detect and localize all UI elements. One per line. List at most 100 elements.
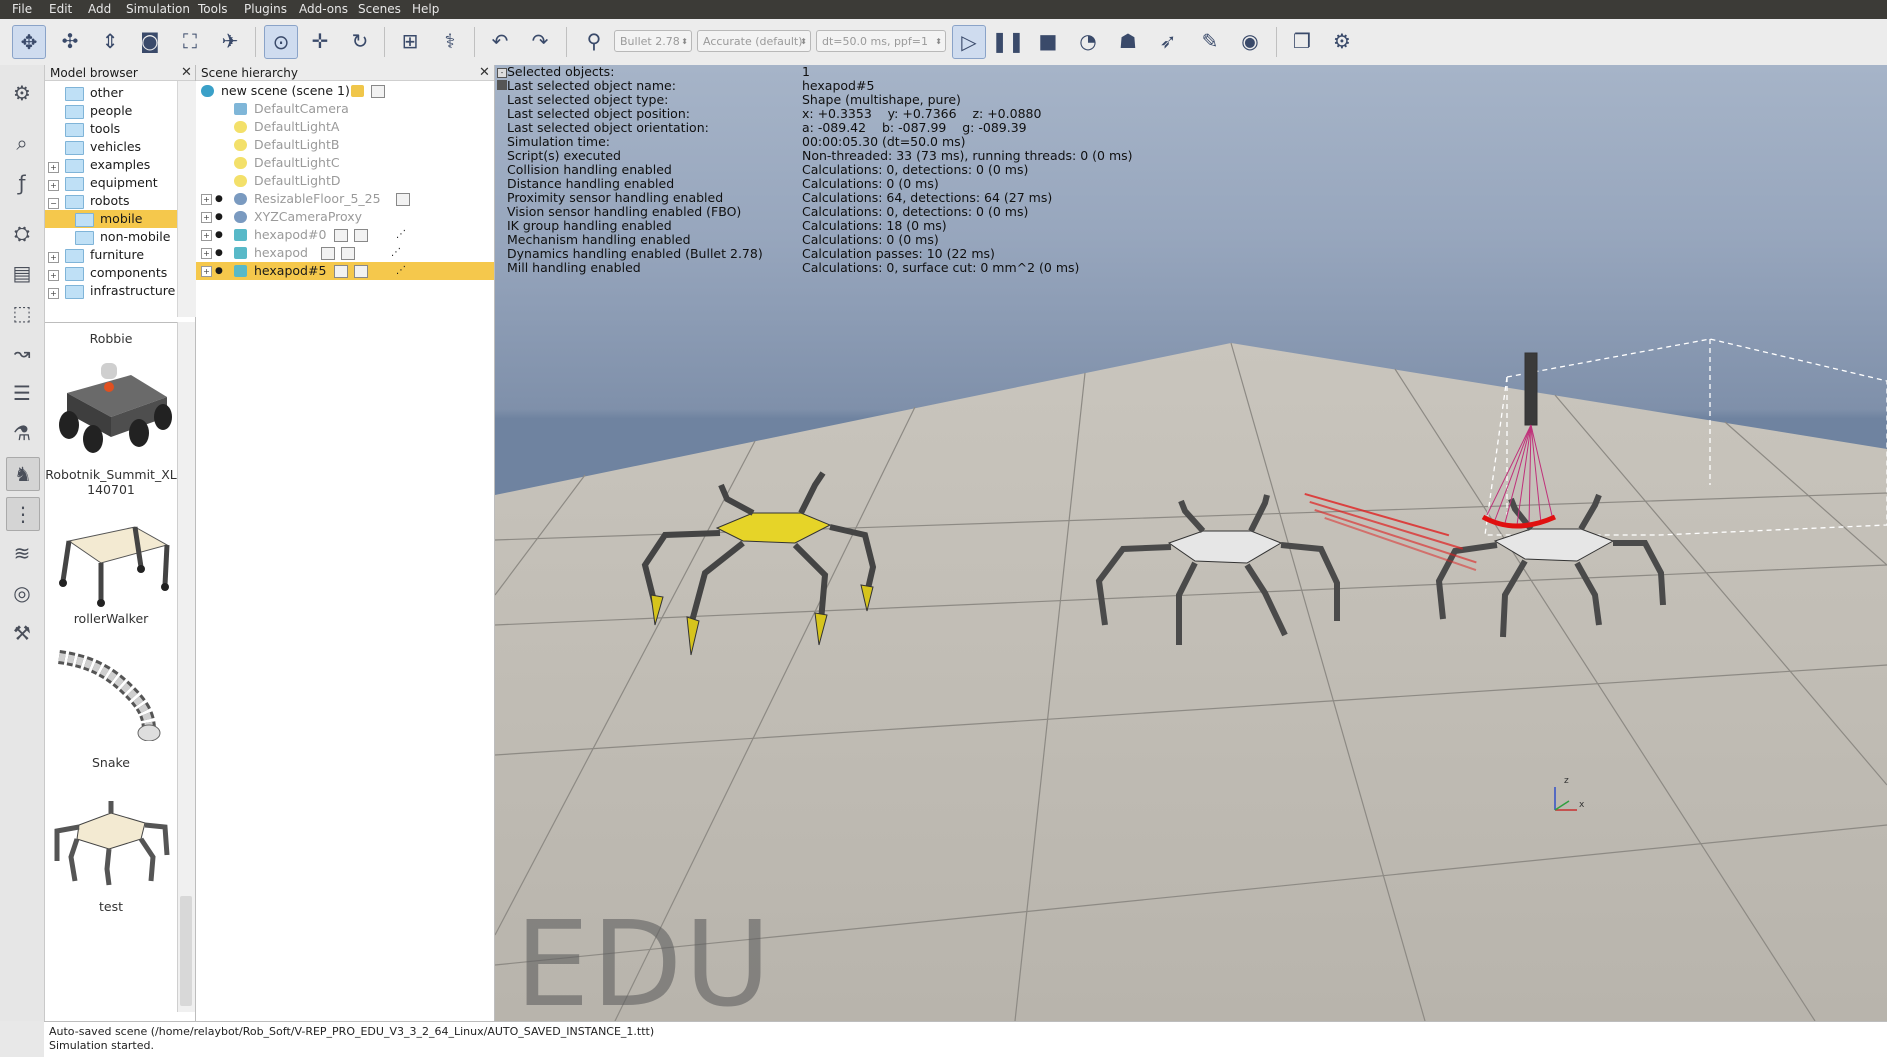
- model-browser-icon[interactable]: ♞: [6, 457, 40, 491]
- expand-icon[interactable]: +: [201, 248, 212, 259]
- thumbnail-scrollbar[interactable]: [177, 322, 195, 1012]
- menu-help[interactable]: Help: [410, 2, 441, 16]
- hierarchy-item[interactable]: + ● ResizableFloor_5_25: [196, 190, 494, 208]
- folder-item[interactable]: components: [65, 264, 167, 282]
- menu-scenes[interactable]: Scenes: [356, 2, 403, 16]
- hierarchy-icon[interactable]: ⋮: [6, 497, 40, 531]
- menu-simulation[interactable]: Simulation: [124, 2, 192, 16]
- menu-tools[interactable]: Tools: [196, 2, 230, 16]
- folder-scrollbar[interactable]: [177, 81, 196, 317]
- object-script-icon: [334, 265, 348, 278]
- camera-rotate-icon[interactable]: ✣: [54, 25, 86, 57]
- visualization-icon[interactable]: ◉: [1234, 25, 1266, 57]
- menu-edit[interactable]: Edit: [47, 2, 74, 16]
- rollerwalker-thumbnail[interactable]: [49, 511, 173, 611]
- object-rotate-icon[interactable]: ↻: [344, 25, 376, 57]
- physics-engine-value: Bullet 2.78: [620, 35, 680, 48]
- info-toggle-icon[interactable]: [497, 80, 507, 90]
- shape-edit-icon[interactable]: ⬚: [6, 297, 38, 329]
- folder-item[interactable]: infrastructure: [65, 282, 175, 300]
- snake-thumbnail[interactable]: [49, 641, 173, 741]
- folder-icon: [65, 266, 84, 281]
- layer-icon[interactable]: ⚗: [6, 417, 38, 449]
- expand-icon[interactable]: +: [201, 266, 212, 277]
- hierarchy-item[interactable]: + ● hexapod#0 ⋰: [196, 226, 494, 244]
- collection-icon[interactable]: ⛭: [6, 217, 38, 249]
- layers-icon[interactable]: ≋: [6, 537, 38, 569]
- path-icon[interactable]: ↝: [6, 337, 38, 369]
- folder-item[interactable]: robots: [65, 192, 130, 210]
- realtime-icon[interactable]: ◔: [1072, 25, 1104, 57]
- scrollbar-thumb[interactable]: [180, 896, 192, 1006]
- menu-add[interactable]: Add: [86, 2, 113, 16]
- folder-item[interactable]: people: [65, 102, 132, 120]
- transfer-dna-icon[interactable]: ⚕: [434, 25, 466, 57]
- fit-to-view-icon[interactable]: ⛶: [174, 25, 206, 57]
- hierarchy-item[interactable]: + ● hexapod ⋰: [196, 244, 494, 262]
- page-selector-icon[interactable]: ❐: [1286, 25, 1318, 57]
- robbie-thumbnail[interactable]: [49, 353, 173, 463]
- hierarchy-item[interactable]: + ● XYZCameraProxy: [196, 208, 494, 226]
- expand-icon[interactable]: +: [201, 194, 212, 205]
- redo-icon[interactable]: ↷: [524, 25, 556, 57]
- physics-engine-select[interactable]: Bullet 2.78 ⬍: [614, 30, 692, 52]
- hierarchy-item[interactable]: DefaultLightD: [196, 172, 494, 190]
- menu-addons[interactable]: Add-ons: [297, 2, 350, 16]
- settings-icon[interactable]: ⚒: [6, 617, 38, 649]
- function-icon[interactable]: ƒ: [6, 167, 38, 199]
- hierarchy-item[interactable]: DefaultLightB: [196, 136, 494, 154]
- hierarchy-item[interactable]: DefaultLightC: [196, 154, 494, 172]
- scene-viewport[interactable]: z x - Selected objects: 1 Last selected …: [495, 65, 1887, 1021]
- script-icon[interactable]: ▤: [6, 257, 38, 289]
- expand-icon[interactable]: +: [48, 288, 59, 299]
- object-shift-icon[interactable]: ✛: [304, 25, 336, 57]
- slow-icon[interactable]: ☗: [1112, 25, 1144, 57]
- folder-item[interactable]: equipment: [65, 174, 158, 192]
- dynamics-icon[interactable]: ⚲: [578, 25, 610, 57]
- camera-shift-icon[interactable]: ⇕: [94, 25, 126, 57]
- menu-plugins[interactable]: Plugins: [242, 2, 289, 16]
- stop-icon[interactable]: ■: [1032, 25, 1064, 57]
- scene-selector-icon[interactable]: ⚙: [1326, 25, 1358, 57]
- expand-icon[interactable]: +: [201, 230, 212, 241]
- collapse-icon[interactable]: −: [48, 198, 59, 209]
- fast-icon[interactable]: ➶: [1152, 25, 1184, 57]
- assemble-icon[interactable]: ⊞: [394, 25, 426, 57]
- hierarchy-item[interactable]: DefaultCamera: [196, 100, 494, 118]
- folder-item[interactable]: furniture: [65, 246, 144, 264]
- start-icon[interactable]: ▷: [952, 25, 986, 59]
- folder-item[interactable]: examples: [65, 156, 150, 174]
- camera-pan-icon[interactable]: ✥: [12, 25, 46, 59]
- hierarchy-item-selected[interactable]: + ● hexapod#5 ⋰: [196, 262, 494, 280]
- expand-icon[interactable]: +: [201, 212, 212, 223]
- accuracy-select[interactable]: Accurate (default) ⬍: [697, 30, 811, 52]
- folder-item[interactable]: non-mobile: [75, 228, 170, 246]
- pause-icon[interactable]: ❚❚: [991, 25, 1025, 57]
- click-select-icon[interactable]: ⊙: [264, 25, 298, 59]
- hierarchy-item-scene[interactable]: new scene (scene 1): [196, 82, 494, 100]
- expand-icon[interactable]: +: [48, 162, 59, 173]
- timestep-select[interactable]: dt=50.0 ms, ppf=1 ⬍: [816, 30, 946, 52]
- hexapod-thumbnail[interactable]: [49, 785, 173, 890]
- folder-item[interactable]: vehicles: [65, 138, 141, 156]
- camera-angle-icon[interactable]: ◙: [134, 25, 166, 57]
- expand-icon[interactable]: +: [48, 180, 59, 191]
- hierarchy-item[interactable]: DefaultLightA: [196, 118, 494, 136]
- magnifier-icon[interactable]: ⌕: [6, 127, 38, 159]
- camera-icon[interactable]: ◎: [6, 577, 38, 609]
- folder-item[interactable]: other: [65, 84, 123, 102]
- undo-icon[interactable]: ↶: [484, 25, 516, 57]
- folder-item[interactable]: tools: [65, 120, 120, 138]
- close-icon[interactable]: ✕: [181, 65, 192, 81]
- fly-icon[interactable]: ✈: [214, 25, 246, 57]
- selection-icon[interactable]: ☰: [6, 377, 38, 409]
- menu-file[interactable]: File: [10, 2, 34, 16]
- info-value: Calculation passes: 10 (22 ms): [802, 246, 995, 261]
- expand-icon[interactable]: +: [48, 252, 59, 263]
- close-icon[interactable]: ✕: [479, 65, 490, 81]
- expand-icon[interactable]: +: [48, 270, 59, 281]
- info-collapse-icon[interactable]: -: [497, 68, 507, 78]
- gear-icon[interactable]: ⚙: [6, 77, 38, 109]
- folder-item-selected[interactable]: mobile: [45, 210, 177, 228]
- thread-icon[interactable]: ✎: [1194, 25, 1226, 57]
